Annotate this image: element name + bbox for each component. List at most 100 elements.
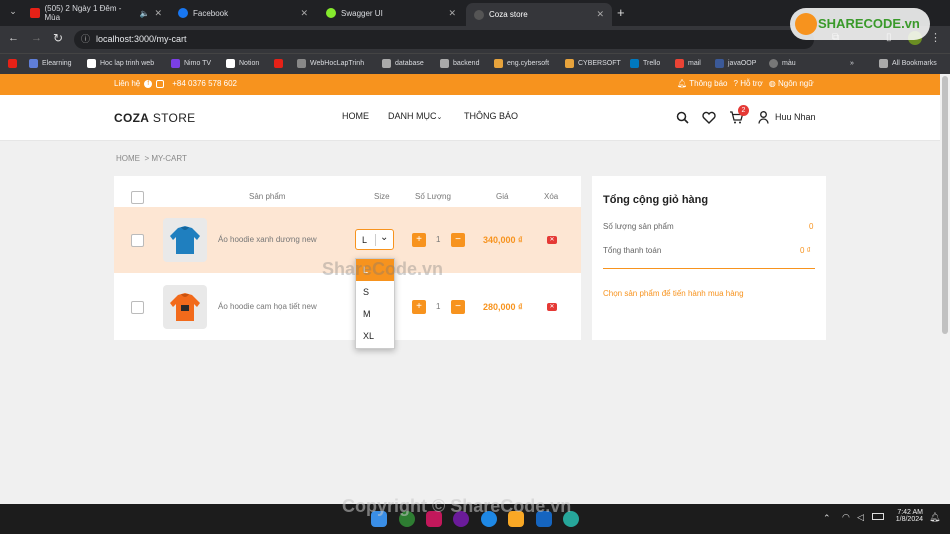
help-icon: ?	[733, 79, 738, 88]
bookmark-hoc-lap-trinh-web[interactable]: Hoc lap trinh web	[87, 56, 154, 70]
new-tab-button[interactable]: +	[617, 5, 625, 20]
user-name[interactable]: Huu Nhan	[775, 112, 816, 122]
site-info-icon[interactable]: ⓘ	[81, 30, 90, 49]
clock[interactable]: 7:42 AM 1/8/2024	[893, 509, 923, 523]
globe-icon	[769, 58, 778, 68]
tab-label: Coza store	[489, 10, 528, 19]
summary-divider	[603, 268, 815, 269]
instagram-icon[interactable]	[156, 79, 165, 88]
folder-icon	[440, 58, 449, 68]
globe-icon: ◍	[768, 79, 776, 88]
bookmark-label: Hoc lap trinh web	[100, 59, 155, 67]
bookmark-youtube[interactable]	[8, 56, 17, 70]
size-option[interactable]: XL	[356, 325, 394, 347]
support-link[interactable]: ? Hỗ trợ	[734, 79, 763, 88]
bookmark-icon	[171, 58, 180, 68]
increase-quantity-button[interactable]: +	[412, 300, 426, 314]
chevron-up-icon[interactable]: ⌃	[823, 513, 831, 524]
bookmark-eng-cybersoft[interactable]: eng.cybersoft	[494, 56, 549, 70]
sharecode-logo-icon	[795, 13, 817, 35]
checkout-hint[interactable]: Chọn sản phẩm để tiến hành mua hàng	[603, 289, 744, 298]
bookmark-backend[interactable]: backend	[440, 56, 479, 70]
globe-icon	[474, 9, 484, 20]
notification-icon[interactable]: 🔔︎	[929, 512, 940, 523]
column-price: Giá	[496, 192, 509, 201]
delete-icon[interactable]: ✕	[547, 236, 557, 244]
language-link[interactable]: ◍ Ngôn ngữ	[769, 79, 814, 88]
bookmark-trello[interactable]: Trello	[630, 56, 660, 70]
bookmark-nimo-tv[interactable]: Nimo TV	[171, 56, 211, 70]
product-name[interactable]: Áo hoodie cam họa tiết new	[218, 302, 317, 311]
watermark-bottom: Copyright © ShareCode.vn	[342, 496, 572, 516]
column-size: Size	[374, 192, 390, 201]
bookmark-youtube-2[interactable]	[274, 56, 283, 70]
bookmark-label: javaOOP	[728, 59, 757, 67]
folder-icon	[297, 58, 306, 68]
user-icon[interactable]	[758, 111, 769, 124]
battery-icon[interactable]	[872, 513, 884, 520]
address-bar[interactable]: ⓘ localhost:3000/my-cart	[74, 30, 814, 49]
tab-label: Facebook	[193, 8, 229, 18]
menu-icon[interactable]: ⋮	[930, 31, 941, 44]
row-checkbox[interactable]	[131, 301, 144, 314]
trello-icon	[630, 58, 639, 68]
search-icon[interactable]	[676, 111, 689, 124]
row-checkbox[interactable]	[131, 234, 144, 247]
bookmark-mail[interactable]: mail	[675, 56, 701, 70]
bookmark-mau[interactable]: màu	[769, 56, 796, 70]
nav-thong-bao[interactable]: THÔNG BÁO	[464, 111, 518, 121]
bookmark-elearning[interactable]: Elearning	[29, 56, 72, 70]
decrease-quantity-button[interactable]: −	[451, 233, 465, 247]
decrease-quantity-button[interactable]: −	[451, 300, 465, 314]
tab-close-icon[interactable]: ✕	[596, 9, 604, 20]
scrollbar-thumb[interactable]	[942, 76, 948, 334]
tab-coza-store[interactable]: Coza store ✕	[466, 3, 612, 26]
forward-icon[interactable]: →	[31, 32, 42, 44]
sharecode-logo: SHARECODE.vn	[790, 8, 930, 40]
heart-icon[interactable]	[702, 111, 716, 124]
all-bookmarks[interactable]: All Bookmarks	[879, 56, 937, 70]
bookmark-database[interactable]: database	[382, 56, 424, 70]
nav-home[interactable]: HOME	[342, 111, 369, 121]
reload-icon[interactable]: ↻	[53, 31, 63, 45]
nav-label: DANH MỤC	[388, 111, 437, 121]
bookmark-label: backend	[453, 59, 480, 67]
bookmark-label: eng.cybersoft	[507, 59, 550, 67]
tab-youtube[interactable]: (505) 2 Ngày 1 Đêm - Mùa 🔈 ✕	[22, 3, 170, 23]
bookmark-webhoclaptrinh[interactable]: WebHocLapTrinh	[297, 56, 364, 70]
speaker-icon: 🔈	[139, 8, 150, 18]
size-option[interactable]: S	[356, 281, 394, 303]
select-all-checkbox[interactable]	[131, 191, 144, 204]
breadcrumb-home[interactable]: HOME	[116, 154, 140, 163]
increase-quantity-button[interactable]: +	[412, 233, 426, 247]
facebook-icon[interactable]: f	[144, 79, 153, 88]
size-option[interactable]: M	[356, 303, 394, 325]
tab-close-icon[interactable]: ✕	[154, 8, 162, 19]
volume-icon[interactable]: ◁	[857, 512, 864, 523]
back-icon[interactable]: ←	[8, 32, 19, 44]
contact-link[interactable]: Liên hệ	[114, 79, 140, 88]
tab-close-icon[interactable]: ✕	[300, 8, 308, 19]
wifi-icon[interactable]: ◠	[842, 512, 850, 523]
tab-label: Swagger UI	[341, 8, 383, 18]
count-value: 0	[809, 222, 814, 231]
bookmark-cybersoft[interactable]: CYBERSOFT	[565, 56, 621, 70]
site-logo[interactable]: COZA STORE	[114, 111, 195, 125]
notify-link[interactable]: 🔔︎ Thông báo	[677, 79, 728, 88]
item-price: 280,000 ₫	[483, 302, 523, 312]
nav-danh-muc[interactable]: DANH MỤC⌄	[388, 111, 442, 121]
breadcrumb-current: > MY-CART	[144, 154, 187, 163]
bookmark-notion[interactable]: Notion	[226, 56, 259, 70]
delete-icon[interactable]: ✕	[547, 303, 557, 311]
bookmark-icon	[494, 58, 503, 68]
select-divider	[375, 234, 376, 246]
bookmarks-overflow-icon[interactable]: »	[850, 56, 854, 70]
tab-close-icon[interactable]: ✕	[448, 8, 456, 19]
size-select[interactable]: L ⌄	[355, 229, 394, 250]
cart-summary: Tổng cộng giỏ hàng Số lượng sản phẩm 0 T…	[592, 176, 826, 340]
bookmark-javaoop[interactable]: javaOOP	[715, 56, 756, 70]
product-name[interactable]: Áo hoodie xanh dương new	[218, 235, 317, 244]
tab-facebook[interactable]: Facebook ✕	[170, 3, 316, 23]
tab-swagger[interactable]: Swagger UI ✕	[318, 3, 464, 23]
tab-search-icon[interactable]: ⌄	[6, 6, 20, 20]
